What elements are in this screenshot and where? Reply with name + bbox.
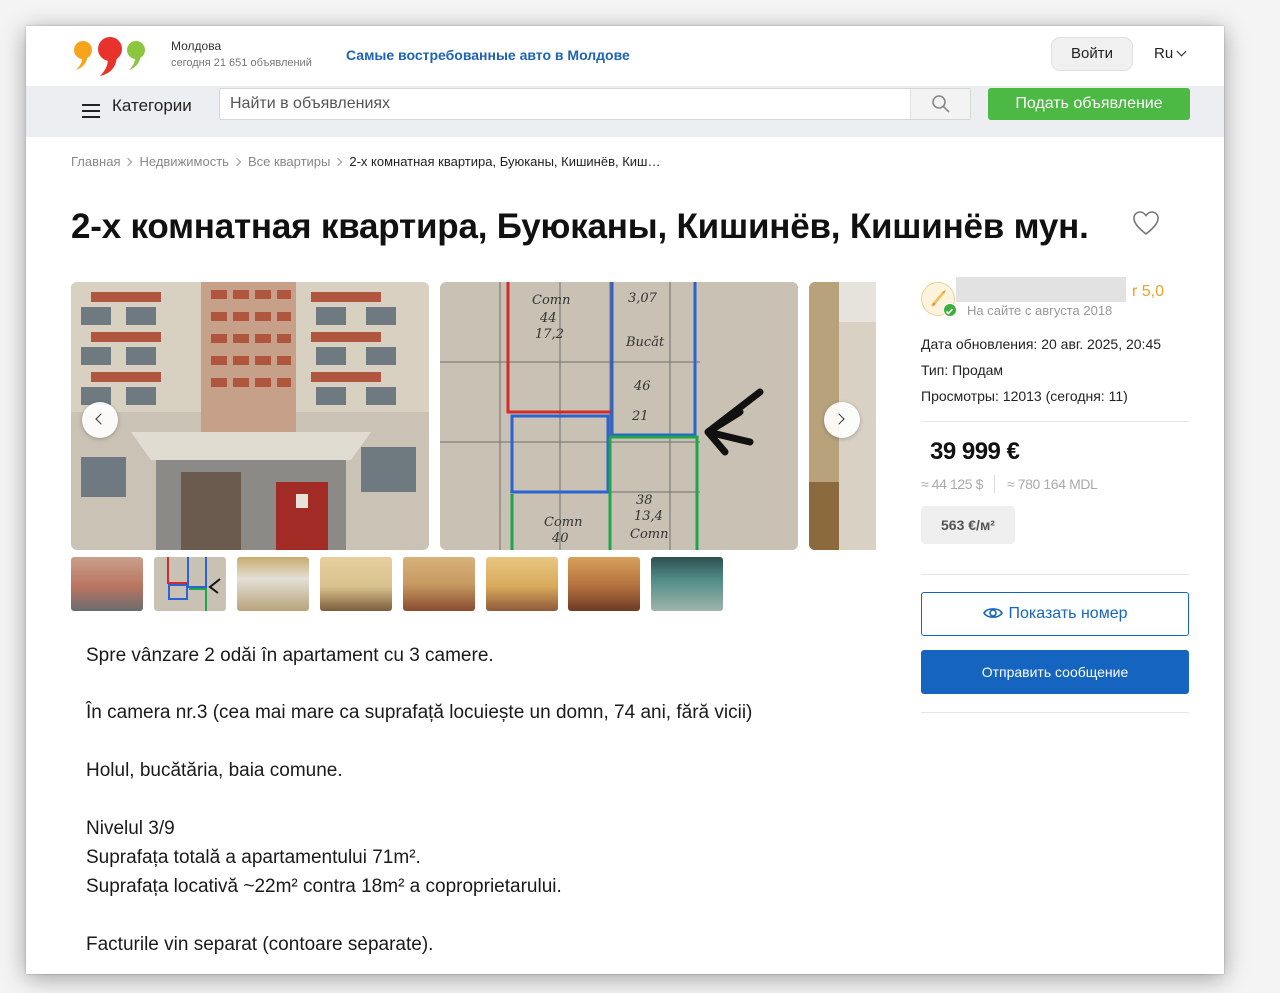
updated-date: Дата обновления: 20 авг. 2025, 20:45 [921,336,1162,352]
thumbnail-1[interactable] [71,557,143,611]
svg-text:3,07: 3,07 [628,291,658,306]
thumbnail-3[interactable] [237,557,309,611]
thumbnail-2[interactable] [154,557,226,611]
breadcrumb-separator-icon [124,157,133,167]
promo-link[interactable]: Самые востребованные авто в Молдове [346,47,630,63]
seller-rating-value: 5,0 [1141,283,1165,300]
seller-rating: r 5,0 [1132,283,1164,301]
description-line: Suprafața locativă ~22m² contra 18m² a c… [86,876,562,897]
show-number-button[interactable]: Показать номер [921,592,1189,636]
svg-text:46: 46 [633,379,651,394]
chevron-down-icon [1176,46,1187,57]
price-mdl: ≈ 780 164 MDL [1007,476,1098,492]
send-message-button[interactable]: Отправить сообщение [921,650,1189,694]
svg-text:Bucăt: Bucăt [625,335,665,350]
site-header: Молдова сегодня 21 651 объявлений Самые … [26,26,1224,86]
show-number-label: Показать номер [1008,605,1128,622]
breadcrumb-home[interactable]: Главная [71,154,120,169]
post-ad-button[interactable]: Подать объявление [988,88,1190,120]
price-separator [994,475,995,493]
svg-text:21: 21 [631,409,649,424]
description-line: În camera nr.3 (cea mai mare ca suprafaț… [86,702,753,723]
breadcrumb-separator-icon [334,157,343,167]
thumbnail-8[interactable] [651,557,723,611]
categories-button[interactable]: Категории [112,96,192,116]
listing-title: 2-х комнатная квартира, Буюканы, Кишинёв… [71,207,1089,246]
divider [921,574,1189,575]
svg-text:40: 40 [551,531,569,546]
description-line: Facturile vin separat (contoare separate… [86,934,434,955]
breadcrumb-current: 2-х комнатная квартира, Буюканы, Кишинёв… [349,154,661,169]
svg-text:13,4: 13,4 [634,509,663,524]
floorplan-thumbnail [167,557,221,611]
breadcrumb-real-estate[interactable]: Недвижимость [139,154,228,169]
svg-text:Comn: Comn [544,515,582,530]
burger-icon[interactable] [82,104,100,118]
divider [921,421,1189,422]
description-line: Holul, bucătăria, baia comune. [86,760,343,781]
gallery-next-button[interactable] [824,402,860,438]
login-button[interactable]: Войти [1051,37,1133,71]
breadcrumb-apartments[interactable]: Все квартиры [248,154,330,169]
price-per-m2: 563 €/м² [921,506,1015,544]
search-box [219,88,971,120]
gallery-prev-button[interactable] [82,402,118,438]
building-photo [71,282,429,550]
svg-text:17,2: 17,2 [535,327,564,342]
search-input[interactable] [230,89,900,119]
thumbnail-6[interactable] [486,557,558,611]
heart-icon[interactable] [1132,210,1160,236]
language-selector[interactable]: Ru [1154,45,1187,62]
seller-name-redacted[interactable] [956,277,1126,302]
thumbnail-7[interactable] [568,557,640,611]
description-line: Nivelul 3/9 [86,818,175,839]
browser-page: Молдова сегодня 21 651 объявлений Самые … [26,26,1224,974]
thumbnail-5[interactable] [403,557,475,611]
site-logo[interactable] [70,30,150,80]
svg-text:38: 38 [636,493,653,508]
ads-count: сегодня 21 651 объявлений [171,57,312,69]
price-main: 39 999 € [930,438,1020,465]
chevron-right-icon [833,413,845,425]
svg-text:44: 44 [539,311,557,326]
thumbnail-4[interactable] [320,557,392,611]
breadcrumb-separator-icon [232,157,242,167]
floorplan-photo: Comn4417,2 3,07Bucăt4621 Comn403813,4Com… [440,282,798,550]
views-count: Просмотры: 12013 (сегодня: 11) [921,388,1128,404]
description-line: Spre vânzare 2 odăi în apartament cu 3 c… [86,645,494,666]
chevron-left-icon [95,413,107,425]
description-line: Suprafața totală a apartamentului 71m². [86,847,421,868]
svg-text:Comn: Comn [630,527,668,542]
region-label[interactable]: Молдова [171,39,221,53]
star-icon: r [1132,283,1138,300]
search-icon [932,95,950,113]
breadcrumb: Главная Недвижимость Все квартиры 2-х комна… [71,154,660,169]
search-button[interactable] [910,89,970,119]
seller-since: На сайте с августа 2018 [967,303,1113,318]
price-usd: ≈ 44 125 $ [921,476,984,492]
divider [921,712,1189,713]
svg-text:Comn: Comn [532,293,570,308]
language-label: Ru [1154,45,1174,62]
gallery-photo-building[interactable] [71,282,429,550]
eye-icon [982,608,1003,618]
gallery-photo-floorplan[interactable]: Comn 44 17,2 3,07 Bucăt 46 21 Comn 40 38 13,4 Com… [440,282,798,550]
verified-icon [943,303,957,317]
listing-type: Тип: Продам [921,362,1004,378]
nav-bar: Категории Подать объявление [26,86,1224,137]
